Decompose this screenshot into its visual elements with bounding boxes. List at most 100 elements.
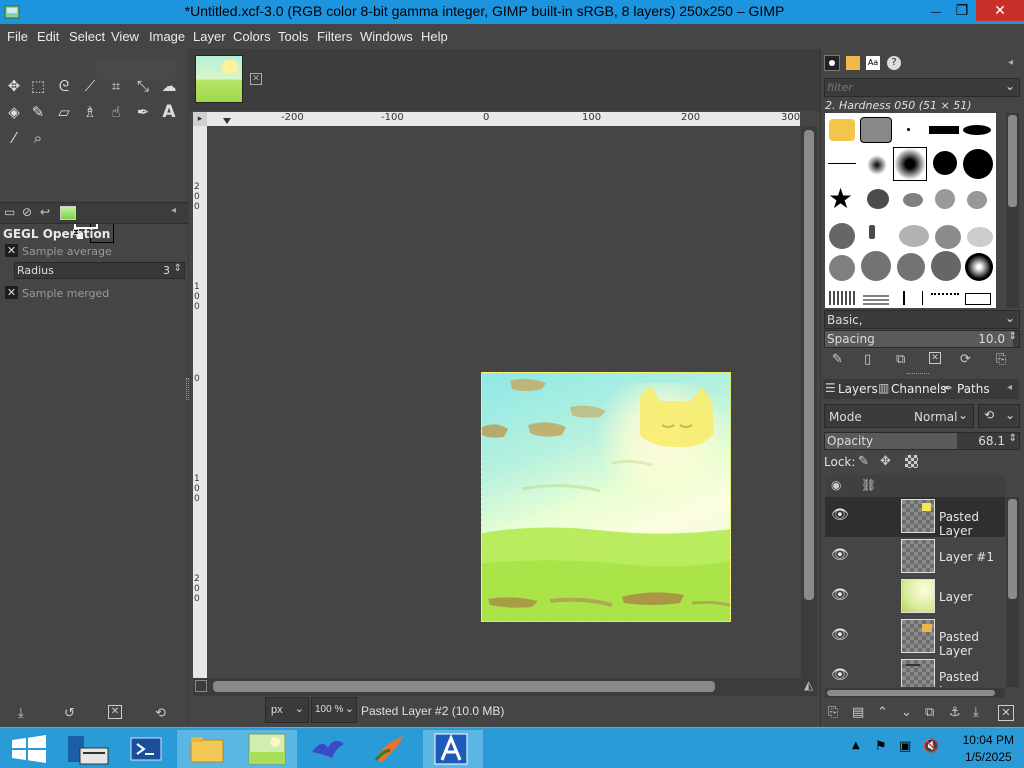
layer-name[interactable]: Pasted Layer — [939, 510, 1005, 538]
crop-tool-icon[interactable]: ⌗ — [106, 76, 126, 96]
brush-texture-2[interactable] — [861, 251, 891, 281]
bird-app-button[interactable] — [298, 730, 358, 768]
opacity-spinner[interactable]: Opacity 68.1 ⇕ — [824, 432, 1020, 450]
layers-hscrollbar[interactable] — [825, 688, 1005, 698]
brush-grid-scrollbar[interactable] — [1006, 113, 1019, 308]
brush-block[interactable] — [929, 126, 959, 134]
brush-splatter-4[interactable] — [967, 191, 987, 209]
menu-view[interactable]: View — [111, 29, 139, 44]
layer-mode-select[interactable]: Mode Normal ⌄ — [824, 404, 974, 428]
brush-leaves[interactable] — [931, 293, 959, 305]
help-tab-icon[interactable]: ? — [887, 56, 901, 70]
brush-texture-3[interactable] — [897, 253, 925, 281]
vertical-ruler[interactable]: 2 0 0 1 0 0 0 1 0 0 2 0 0 — [193, 126, 207, 678]
fonts-tab-icon[interactable]: Aa — [866, 56, 880, 70]
unit-select[interactable]: px ⌄ — [265, 697, 309, 723]
navigate-corner-icon[interactable] — [195, 680, 207, 692]
toolbox-resize-handle[interactable] — [186, 378, 189, 400]
new-brush-icon[interactable]: ▯ — [864, 352, 871, 367]
radius-stepper-icon[interactable]: ⇕ — [174, 263, 182, 274]
volume-muted-icon[interactable]: 🔇 — [923, 739, 939, 754]
eraser-tool-icon[interactable]: ▱ — [54, 102, 74, 122]
layer-row[interactable]: 👁 Pasted Layer — [825, 617, 1005, 658]
layers-configure-icon[interactable]: ◂ — [1007, 382, 1012, 393]
lock-alpha-icon[interactable] — [905, 455, 918, 468]
close-button[interactable]: ✕ — [976, 0, 1024, 21]
patterns-tab-icon[interactable] — [846, 56, 860, 70]
brush-texture-5[interactable] — [965, 253, 993, 281]
brush-star[interactable]: ★ — [828, 185, 853, 213]
menu-edit[interactable]: Edit — [37, 29, 59, 44]
brush-pepper[interactable] — [829, 119, 855, 141]
paintbrush-tool-icon[interactable]: ✎ — [28, 102, 48, 122]
fuzzy-select-tool-icon[interactable]: ⟋ — [80, 76, 100, 96]
horizontal-scrollbar-thumb[interactable] — [213, 681, 715, 692]
spacing-spinner[interactable]: Spacing 10.0 ⇕ — [824, 330, 1020, 348]
show-hidden-icons-icon[interactable]: ▲ — [852, 740, 860, 751]
brush-splatter-1[interactable] — [867, 189, 889, 209]
arc-app-button[interactable] — [423, 730, 483, 768]
filter-chevron-down-icon[interactable]: ⌄ — [1005, 79, 1015, 93]
brush-selected-hardness[interactable] — [860, 117, 892, 143]
delete-brush-icon[interactable]: ✕ — [929, 352, 941, 364]
brush-fuzzy-small[interactable] — [867, 155, 887, 175]
paths-tool-icon[interactable]: ✒ — [133, 102, 153, 122]
configure-tab-icon[interactable]: ◂ — [171, 205, 176, 216]
zoom-select[interactable]: 100 % ⌄ — [311, 697, 357, 723]
layers-hscrollbar-thumb[interactable] — [827, 690, 995, 696]
gimp-button[interactable] — [237, 730, 297, 768]
brush-acrylic-2[interactable] — [869, 225, 875, 239]
vertical-scrollbar-thumb[interactable] — [804, 130, 814, 600]
brush-line[interactable] — [828, 163, 856, 164]
reset-icon[interactable]: ⟲ — [155, 706, 166, 721]
undo-history-tab-icon[interactable]: ↩ — [40, 205, 50, 219]
layer-name[interactable]: Layer #1 — [939, 550, 994, 564]
brush-splatter-2[interactable] — [903, 193, 923, 207]
bucket-fill-tool-icon[interactable]: ◈ — [4, 102, 24, 122]
layer-name[interactable]: Layer — [939, 590, 972, 604]
radius-spinner[interactable]: Radius 3 ⇕ — [14, 262, 185, 279]
horizontal-ruler[interactable]: -200 -100 0 100 200 300 — [207, 112, 800, 126]
brush-pixel[interactable] — [907, 128, 910, 131]
layer-name[interactable]: Pasted Layer — [939, 670, 1005, 687]
paint-app-button[interactable] — [360, 730, 420, 768]
minimize-button[interactable]: — — [924, 0, 948, 21]
layer-row[interactable]: 👁 Layer #1 — [825, 537, 1005, 577]
brush-splatter-3[interactable] — [935, 189, 955, 209]
lock-position-icon[interactable]: ✥ — [880, 454, 891, 469]
tool-options-tab-icon[interactable]: ▭ — [4, 205, 15, 219]
free-select-tool-icon[interactable]: ᘓ — [54, 76, 74, 96]
brush-grid-scrollbar-thumb[interactable] — [1008, 115, 1017, 207]
menu-help[interactable]: Help — [421, 29, 448, 44]
layer-name[interactable]: Pasted Layer — [939, 630, 1005, 658]
dock-separator[interactable] — [907, 373, 929, 375]
powershell-button[interactable] — [117, 730, 177, 768]
duplicate-layer-icon[interactable]: ⧉ — [925, 705, 934, 720]
smudge-tool-icon[interactable]: ☝ — [106, 102, 126, 122]
brush-acrylic-3[interactable] — [899, 225, 929, 247]
clone-tool-icon[interactable]: ♗ — [80, 102, 100, 122]
brush-grunge-1[interactable] — [829, 291, 857, 305]
save-icon[interactable]: ⤓ — [18, 706, 24, 721]
menu-windows[interactable]: Windows — [360, 29, 413, 44]
dock-configure-icon[interactable]: ◂ — [1008, 57, 1013, 68]
raise-layer-icon[interactable]: ⌃ — [877, 705, 888, 720]
menu-colors[interactable]: Colors — [233, 29, 271, 44]
duplicate-brush-icon[interactable]: ⧉ — [896, 352, 905, 367]
file-explorer-button[interactable] — [177, 730, 237, 768]
brush-ellipse[interactable] — [963, 125, 991, 135]
warp-tool-icon[interactable]: ☁ — [159, 76, 179, 96]
horizontal-scrollbar[interactable]: ◭ — [193, 678, 817, 696]
brush-acrylic-1[interactable] — [829, 223, 855, 249]
network-icon[interactable]: ▣ — [899, 739, 911, 754]
lock-pixels-icon[interactable]: ✎ — [858, 454, 869, 469]
eye-icon[interactable]: 👁 — [831, 547, 849, 563]
image-canvas[interactable] — [481, 372, 731, 622]
edit-brush-icon[interactable]: ✎ — [832, 352, 843, 367]
image-tab-thumbnail[interactable] — [195, 55, 243, 103]
flag-notification-icon[interactable]: ⚑ — [875, 739, 887, 754]
menu-select[interactable]: Select — [69, 29, 105, 44]
images-tab-icon[interactable] — [60, 206, 76, 220]
delete-icon[interactable]: ✕ — [108, 705, 122, 719]
restore-icon[interactable]: ↺ — [64, 706, 75, 721]
